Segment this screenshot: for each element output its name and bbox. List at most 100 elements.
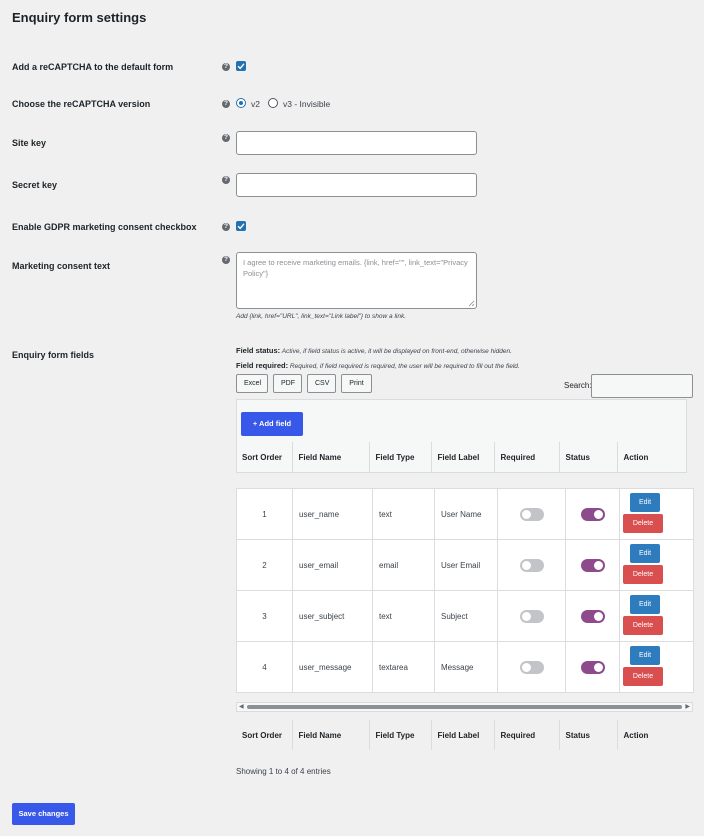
cell-field-name: user_name (292, 488, 373, 540)
save-changes-button[interactable]: Save changes (12, 803, 75, 825)
status-toggle[interactable] (580, 609, 605, 623)
table-footer: Sort Order Field Name Field Type Field L… (236, 720, 687, 750)
secret-key-input[interactable] (236, 173, 477, 197)
print-button[interactable]: Print (341, 374, 372, 393)
delete-button[interactable]: Delete (623, 565, 663, 584)
radio-v2-label: v2 (251, 99, 260, 109)
scroll-left-icon[interactable]: ◀ (239, 703, 244, 711)
version-label: Choose the reCAPTCHA version (12, 99, 151, 109)
cell-action: Edit Delete (619, 488, 694, 540)
search-input[interactable] (591, 374, 693, 398)
col-field-type[interactable]: Field Type (368, 720, 431, 750)
scroll-thumb[interactable] (247, 705, 682, 709)
cell-field-name: user_subject (292, 590, 373, 642)
consent-placeholder: I agree to receive marketing emails. {li… (243, 258, 468, 278)
col-action[interactable]: Action (616, 442, 687, 472)
add-field-button[interactable]: + Add field (241, 412, 303, 436)
secret-key-label: Secret key (12, 180, 58, 190)
col-action[interactable]: Action (616, 720, 687, 750)
required-toggle[interactable] (519, 609, 544, 623)
status-toggle[interactable] (580, 507, 605, 521)
consent-text-label: Marketing consent text (12, 261, 111, 271)
cell-required (497, 641, 566, 693)
radio-v2[interactable] (236, 98, 246, 108)
field-status-info: Field status: Active, if field status is… (236, 346, 512, 355)
question-circle-icon[interactable]: ? (222, 100, 230, 108)
field-required-info: Field required: Required, if field requi… (236, 361, 520, 370)
col-field-name[interactable]: Field Name (291, 720, 369, 750)
cell-status (565, 641, 620, 693)
fields-table: 1 user_name text User Name Edit Delete 2… (236, 488, 694, 693)
cell-field-label: User Email (434, 539, 498, 591)
resize-handle-icon[interactable] (468, 300, 475, 307)
cell-field-type: text (372, 488, 435, 540)
col-field-label[interactable]: Field Label (430, 720, 494, 750)
question-circle-icon[interactable]: ? (222, 134, 230, 142)
export-csv-button[interactable]: CSV (307, 374, 336, 393)
gdpr-checkbox[interactable] (236, 221, 246, 231)
status-toggle[interactable] (580, 558, 605, 572)
col-sort-order[interactable]: Sort Order (236, 720, 292, 750)
cell-field-label: User Name (434, 488, 498, 540)
cell-status (565, 539, 620, 591)
recaptcha-label: Add a reCAPTCHA to the default form (12, 62, 174, 72)
col-required[interactable]: Required (493, 442, 559, 472)
col-required[interactable]: Required (493, 720, 559, 750)
delete-button[interactable]: Delete (623, 667, 663, 686)
edit-button[interactable]: Edit (630, 595, 660, 614)
col-status[interactable]: Status (558, 442, 617, 472)
col-status[interactable]: Status (558, 720, 617, 750)
status-toggle[interactable] (580, 660, 605, 674)
edit-button[interactable]: Edit (630, 646, 660, 665)
col-field-name[interactable]: Field Name (291, 442, 369, 472)
col-field-label[interactable]: Field Label (430, 442, 494, 472)
edit-button[interactable]: Edit (630, 544, 660, 563)
col-sort-order[interactable]: Sort Order (236, 442, 292, 472)
site-key-input[interactable] (236, 131, 477, 155)
cell-required (497, 539, 566, 591)
cell-field-label: Message (434, 641, 498, 693)
horizontal-scrollbar[interactable]: ◀ ▶ (236, 702, 693, 712)
cell-action: Edit Delete (619, 641, 694, 693)
table-row: 3 user_subject text Subject Edit Delete (236, 590, 694, 642)
col-field-type[interactable]: Field Type (368, 442, 431, 472)
edit-button[interactable]: Edit (630, 493, 660, 512)
recaptcha-checkbox[interactable] (236, 61, 246, 71)
cell-field-name: user_email (292, 539, 373, 591)
scroll-right-icon[interactable]: ▶ (685, 703, 690, 711)
consent-hint: Add {link, href="URL", link_text="Link l… (236, 313, 407, 320)
cell-required (497, 590, 566, 642)
cell-order: 1 (236, 488, 293, 540)
radio-v3-label: v3 - Invisible (283, 99, 331, 109)
required-toggle[interactable] (519, 507, 544, 521)
question-circle-icon[interactable]: ? (222, 256, 230, 264)
table-row: 1 user_name text User Name Edit Delete (236, 488, 694, 540)
question-circle-icon[interactable]: ? (222, 223, 230, 231)
table-row: 2 user_email email User Email Edit Delet… (236, 539, 694, 591)
search-label: Search: (564, 381, 592, 390)
cell-action: Edit Delete (619, 539, 694, 591)
delete-button[interactable]: Delete (623, 514, 663, 533)
cell-status (565, 488, 620, 540)
question-circle-icon[interactable]: ? (222, 176, 230, 184)
question-circle-icon[interactable]: ? (222, 63, 230, 71)
table-header: Sort Order Field Name Field Type Field L… (236, 442, 687, 472)
export-pdf-button[interactable]: PDF (273, 374, 302, 393)
field-required-title: Field required: (236, 361, 289, 370)
checkmark-icon (237, 223, 245, 230)
checkmark-icon (237, 63, 245, 70)
delete-button[interactable]: Delete (623, 616, 663, 635)
export-excel-button[interactable]: Excel (236, 374, 268, 393)
required-toggle[interactable] (519, 558, 544, 572)
page-title: Enquiry form settings (12, 10, 147, 25)
cell-order: 4 (236, 641, 293, 693)
cell-field-type: text (372, 590, 435, 642)
table-row: 4 user_message textarea Message Edit Del… (236, 641, 694, 693)
cell-order: 2 (236, 539, 293, 591)
consent-textarea[interactable]: I agree to receive marketing emails. {li… (236, 252, 477, 309)
cell-status (565, 590, 620, 642)
required-toggle[interactable] (519, 660, 544, 674)
cell-field-type: textarea (372, 641, 435, 693)
field-status-text: Active, if field status is active, it wi… (281, 348, 512, 355)
radio-v3[interactable] (268, 98, 278, 108)
